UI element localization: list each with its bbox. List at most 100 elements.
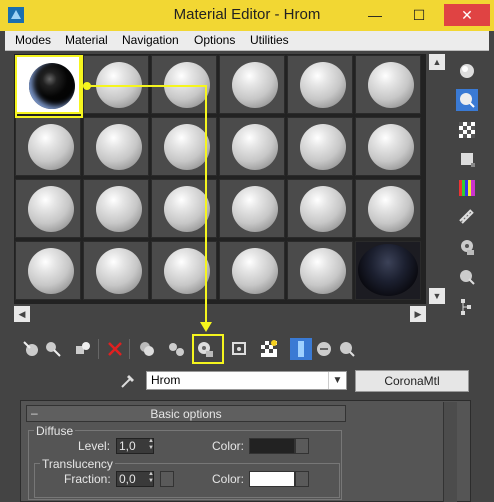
material-slot[interactable] bbox=[219, 241, 285, 300]
map-navigator-icon bbox=[461, 299, 471, 315]
translucency-color-swatch[interactable] bbox=[249, 471, 295, 487]
menu-bar: Modes Material Navigation Options Utilit… bbox=[5, 31, 489, 51]
material-map-navigator-button[interactable] bbox=[456, 296, 478, 318]
sphere-sample-icon bbox=[460, 64, 474, 78]
assign-material-to-selection-button[interactable] bbox=[72, 338, 94, 360]
material-slot[interactable] bbox=[151, 241, 217, 300]
level-label: Level: bbox=[78, 439, 111, 453]
material-slot[interactable] bbox=[15, 117, 81, 176]
material-id-channel-icon bbox=[232, 342, 246, 355]
go-forward-to-sibling-button[interactable] bbox=[336, 338, 358, 360]
get-material-button[interactable] bbox=[20, 338, 42, 360]
material-slot[interactable] bbox=[355, 241, 421, 300]
translucency-color-map-button[interactable] bbox=[295, 471, 309, 487]
preview-film-icon bbox=[459, 209, 474, 224]
material-slot[interactable] bbox=[219, 117, 285, 176]
background-button[interactable] bbox=[456, 119, 478, 141]
make-unique-button[interactable] bbox=[165, 338, 187, 360]
maximize-icon: ☐ bbox=[412, 6, 426, 23]
material-slot[interactable] bbox=[287, 55, 353, 114]
material-slot[interactable] bbox=[83, 117, 149, 176]
close-button[interactable]: ✕ bbox=[444, 4, 490, 26]
menu-options[interactable]: Options bbox=[194, 33, 235, 47]
menu-navigation[interactable]: Navigation bbox=[122, 33, 179, 47]
material-slot[interactable] bbox=[287, 117, 353, 176]
put-to-scene-icon bbox=[46, 342, 61, 357]
slots-scroll-right-button[interactable]: ▶ bbox=[410, 306, 426, 322]
fraction-spinner-arrows[interactable]: ▲ ▼ bbox=[147, 471, 155, 487]
select-by-material-button[interactable] bbox=[456, 266, 478, 288]
parameters-scrollbar[interactable] bbox=[443, 402, 457, 502]
make-preview-button[interactable] bbox=[456, 206, 478, 228]
minimize-button[interactable]: — bbox=[360, 4, 390, 26]
menu-utilities[interactable]: Utilities bbox=[250, 33, 289, 47]
material-slot[interactable] bbox=[287, 179, 353, 238]
material-sphere-preview bbox=[300, 124, 346, 170]
toolbar-separator bbox=[98, 339, 99, 359]
backlight-button[interactable] bbox=[456, 89, 478, 111]
translucency-group-label: Translucency bbox=[40, 457, 115, 471]
material-sphere-preview bbox=[368, 124, 414, 170]
put-to-library-highlight-box bbox=[192, 334, 224, 364]
slots-scroll-up-button[interactable]: ▲ bbox=[429, 54, 445, 70]
material-slot[interactable] bbox=[219, 55, 285, 114]
material-slot[interactable] bbox=[151, 117, 217, 176]
assign-to-selection-icon bbox=[76, 342, 90, 354]
sample-type-button[interactable] bbox=[456, 60, 478, 82]
minimize-icon: — bbox=[368, 7, 382, 23]
show-end-result-button[interactable] bbox=[290, 338, 312, 360]
go-to-sibling-icon bbox=[340, 342, 355, 357]
menu-material[interactable]: Material bbox=[65, 33, 108, 47]
chevron-down-icon: ▼ bbox=[332, 375, 343, 386]
material-sphere-preview bbox=[300, 248, 346, 294]
options-gear-icon bbox=[461, 240, 474, 255]
arrow-left-icon: ◀ bbox=[18, 308, 26, 319]
material-slot[interactable] bbox=[15, 241, 81, 300]
reset-map-button[interactable] bbox=[104, 338, 126, 360]
eyedropper-icon[interactable] bbox=[119, 372, 137, 390]
material-slot[interactable] bbox=[355, 117, 421, 176]
fraction-map-button[interactable] bbox=[160, 471, 174, 487]
maximize-button[interactable]: ☐ bbox=[404, 4, 434, 26]
material-name-dropdown-button[interactable]: ▼ bbox=[328, 372, 346, 389]
material-slot[interactable] bbox=[83, 241, 149, 300]
material-slot[interactable] bbox=[355, 179, 421, 238]
diffuse-color-map-button[interactable] bbox=[295, 438, 309, 454]
material-sphere-preview bbox=[232, 248, 278, 294]
material-slot[interactable] bbox=[287, 241, 353, 300]
slots-scroll-left-button[interactable]: ◀ bbox=[14, 306, 30, 322]
go-to-parent-button[interactable] bbox=[313, 338, 335, 360]
material-slot[interactable] bbox=[219, 179, 285, 238]
material-slot[interactable] bbox=[83, 55, 149, 114]
material-name-field[interactable]: Hrom bbox=[146, 371, 347, 390]
checker-viewport-icon bbox=[261, 340, 277, 357]
material-sphere-preview bbox=[96, 186, 142, 232]
material-slot[interactable] bbox=[83, 179, 149, 238]
show-shaded-material-in-viewport-button[interactable] bbox=[258, 338, 280, 360]
put-material-to-scene-button[interactable] bbox=[42, 338, 64, 360]
material-sphere-preview bbox=[368, 62, 414, 108]
select-by-material-icon bbox=[460, 270, 475, 285]
level-spinner-arrows[interactable]: ▲ ▼ bbox=[147, 438, 155, 454]
material-id-channel-button[interactable] bbox=[229, 338, 251, 360]
material-slot[interactable] bbox=[355, 55, 421, 114]
get-material-icon bbox=[23, 341, 38, 356]
material-slot[interactable] bbox=[15, 179, 81, 238]
checker-background-icon bbox=[459, 122, 475, 138]
title-bar[interactable]: Material Editor - Hrom — ☐ ✕ bbox=[0, 0, 494, 31]
make-material-copy-button[interactable] bbox=[136, 338, 158, 360]
options-button[interactable] bbox=[456, 236, 478, 258]
diffuse-color-swatch[interactable] bbox=[249, 438, 295, 454]
material-slot[interactable] bbox=[151, 179, 217, 238]
video-color-check-button[interactable] bbox=[456, 177, 478, 199]
material-sphere-preview bbox=[164, 186, 210, 232]
basic-options-rollout-header[interactable]: – Basic options bbox=[26, 405, 346, 422]
material-slot[interactable] bbox=[151, 55, 217, 114]
material-sphere-preview bbox=[96, 62, 142, 108]
material-type-button[interactable]: CoronaMtl bbox=[355, 370, 469, 392]
menu-modes[interactable]: Modes bbox=[15, 33, 51, 47]
material-sphere-preview bbox=[368, 186, 414, 232]
delete-x-icon bbox=[108, 342, 122, 356]
slots-scroll-down-button[interactable]: ▼ bbox=[429, 288, 445, 304]
sample-uv-tiling-button[interactable] bbox=[456, 148, 478, 170]
